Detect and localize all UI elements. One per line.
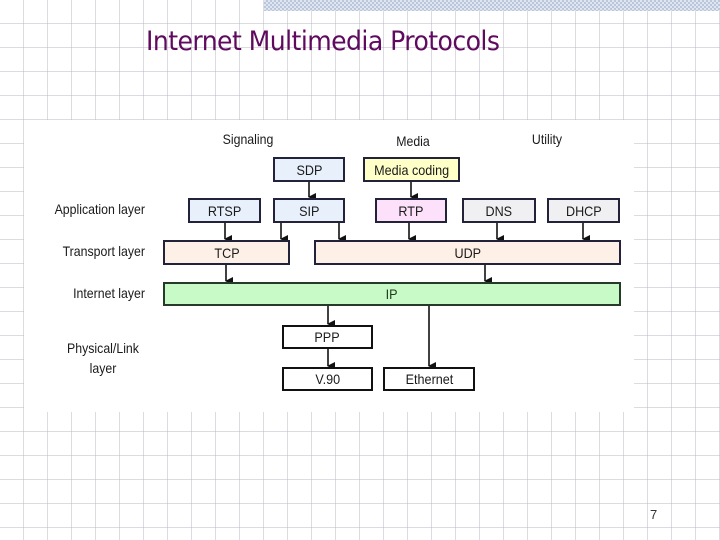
box-tcp: TCP xyxy=(163,240,290,265)
layer-label-physical-line2: layer xyxy=(89,360,117,376)
box-rtp: RTP xyxy=(375,198,447,223)
box-udp-label: UDP xyxy=(454,244,481,261)
box-tcp-label: TCP xyxy=(213,244,240,261)
column-header-signaling: Signaling xyxy=(222,131,274,147)
box-v90: V.90 xyxy=(282,367,373,391)
box-v90-label: V.90 xyxy=(315,371,340,387)
layer-label-internet: Internet layer xyxy=(73,285,145,301)
box-dhcp: DHCP xyxy=(547,198,620,223)
box-ethernet: Ethernet xyxy=(383,367,475,391)
box-dns: DNS xyxy=(462,198,536,223)
box-ip-label: IP xyxy=(386,286,398,302)
box-rtp-label: RTP xyxy=(398,202,424,219)
box-sip-label: SIP xyxy=(298,202,320,219)
box-rtsp: RTSP xyxy=(188,198,261,223)
page-number: 7 xyxy=(650,507,658,522)
box-sip: SIP xyxy=(273,198,345,223)
box-media-coding-label: Media coding xyxy=(374,161,449,178)
box-dhcp-label: DHCP xyxy=(565,202,602,219)
layer-label-application: Application layer xyxy=(54,201,145,217)
column-header-media: Media xyxy=(396,133,430,149)
box-ip: IP xyxy=(163,282,621,306)
box-ethernet-label: Ethernet xyxy=(405,371,453,387)
column-header-utility: Utility xyxy=(531,131,563,147)
slide-title: Internet Multimedia Protocols xyxy=(146,26,500,57)
top-decorative-band xyxy=(264,0,720,11)
box-ppp: PPP xyxy=(282,325,373,349)
box-rtsp-label: RTSP xyxy=(207,202,242,219)
box-dns-label: DNS xyxy=(485,202,513,219)
layer-label-physical: Physical/Link xyxy=(67,340,139,356)
layer-label-transport: Transport layer xyxy=(62,243,145,259)
box-udp: UDP xyxy=(314,240,621,265)
box-sdp-label: SDP xyxy=(296,161,322,178)
box-media-coding: Media coding xyxy=(363,157,460,182)
box-sdp: SDP xyxy=(273,157,345,182)
box-ppp-label: PPP xyxy=(314,329,341,345)
